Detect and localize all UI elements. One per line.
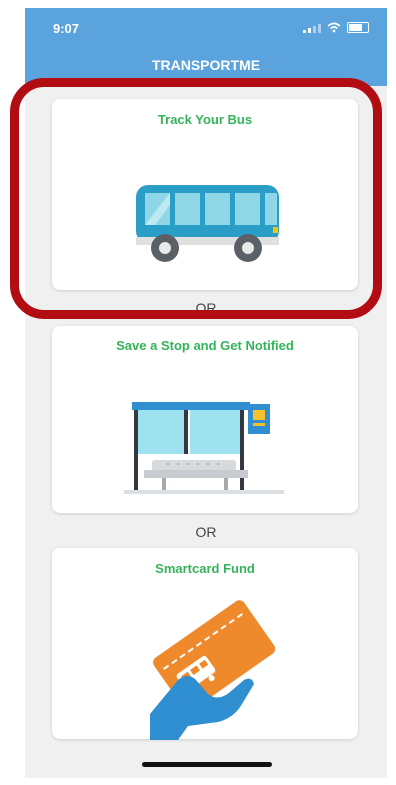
status-icons <box>303 22 369 33</box>
bus-stop-icon <box>124 402 284 494</box>
signal-icon <box>303 23 321 33</box>
app-title: TRANSPORTME <box>151 57 261 73</box>
or-separator-2: OR <box>195 524 217 540</box>
save-stop-title: Save a Stop and Get Notified <box>116 338 294 353</box>
smartcard-fund-title: Smartcard Fund <box>155 561 255 576</box>
app-header: TRANSPORTME <box>25 50 387 86</box>
bus-icon <box>136 185 279 262</box>
save-stop-card[interactable]: Save a Stop and Get Notified <box>52 326 358 513</box>
smartcard-fund-card[interactable]: Smartcard Fund <box>52 548 358 740</box>
phone-screen: 9:07 TRANSPORTME Track Your Bus OR Save … <box>25 8 387 778</box>
status-time: 9:07 <box>53 21 80 36</box>
track-bus-card[interactable]: Track Your Bus <box>52 99 358 290</box>
home-indicator[interactable] <box>142 762 272 767</box>
wifi-icon <box>327 22 341 33</box>
smartcard-icon <box>150 600 276 740</box>
or-separator-1: OR <box>195 300 217 316</box>
battery-icon <box>347 22 369 33</box>
track-bus-title: Track Your Bus <box>157 112 253 127</box>
status-bar: 9:07 <box>25 8 387 50</box>
